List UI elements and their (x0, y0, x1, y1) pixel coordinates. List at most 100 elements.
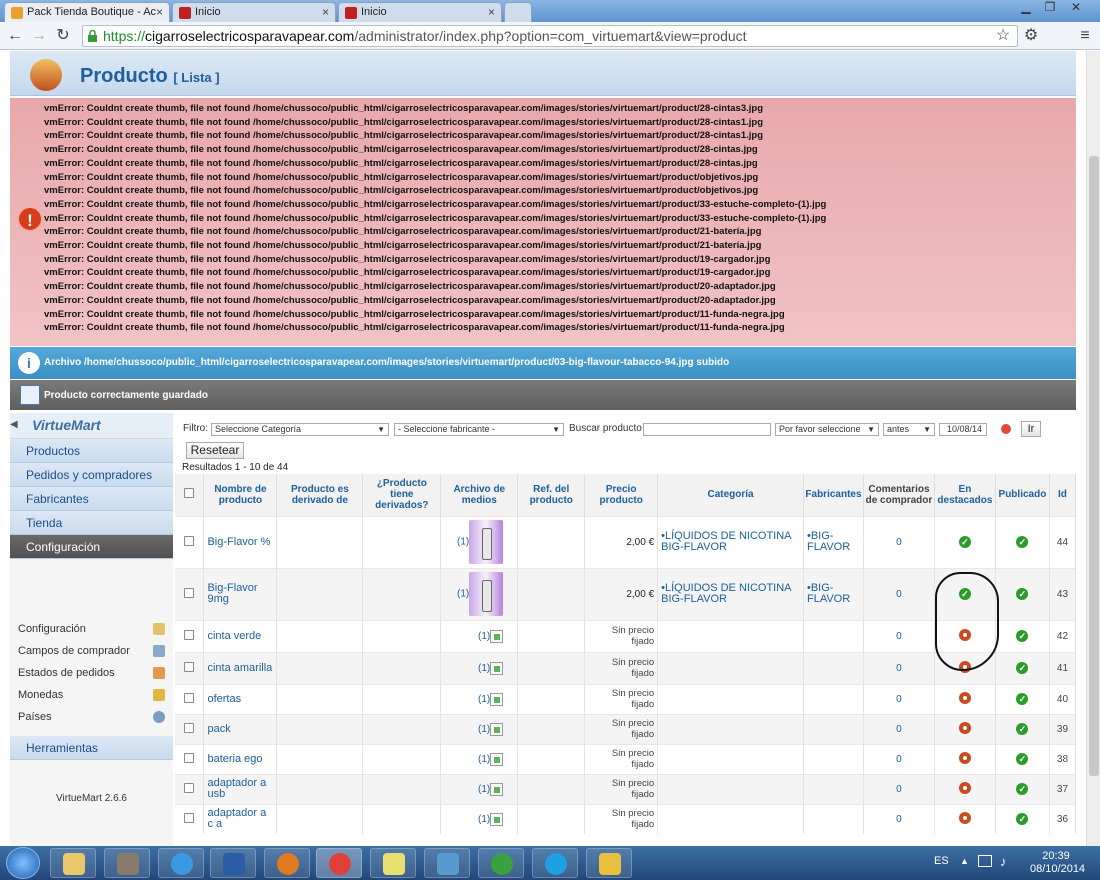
product-name[interactable]: Big-Flavor % (203, 515, 278, 568)
go-button[interactable]: Ir (1021, 421, 1041, 437)
taskbar-word[interactable] (210, 848, 256, 878)
minimize-icon[interactable]: ▁ (1016, 1, 1036, 15)
back-icon[interactable]: ← (6, 27, 24, 45)
not-featured-icon[interactable] (958, 751, 971, 764)
table-row[interactable]: Big-Flavor % (1) 2,00 € •LÍQUIDOS DE NICOTI… (175, 515, 1077, 568)
sidebar-sub-monedas[interactable]: Monedas (10, 684, 173, 706)
media-cell[interactable]: (1) (440, 683, 519, 714)
sidebar-item-pedidos[interactable]: Pedidos y compradores (10, 463, 173, 487)
row-checkbox[interactable] (184, 812, 195, 823)
product-name[interactable]: bateria ego (203, 743, 278, 774)
manufacturer-cell[interactable] (803, 619, 864, 652)
reviews-count[interactable]: 0 (863, 651, 935, 684)
reviews-count[interactable]: 0 (863, 515, 935, 568)
col-header-id[interactable]: Id (1049, 474, 1077, 516)
taskbar-skype[interactable] (532, 848, 578, 878)
category-cell[interactable] (657, 773, 804, 804)
media-count[interactable]: (1) (478, 784, 490, 795)
col-header-derived-from[interactable]: Producto es derivado de (276, 474, 364, 516)
published-check-icon[interactable]: ✓ (1016, 723, 1029, 735)
close-tab-icon[interactable]: × (156, 5, 163, 19)
col-header-published[interactable]: Publicado (995, 474, 1050, 516)
manufacturer-select[interactable]: - Seleccione fabricante - ▼ (394, 423, 564, 436)
broken-image-icon[interactable] (490, 661, 504, 675)
taskbar-utorrent[interactable] (478, 848, 524, 878)
category-cell[interactable] (657, 713, 804, 744)
table-row[interactable]: adaptador a c a (1) Sin precio fijado 0 ✓ 36 (175, 803, 1077, 834)
sidebar-sub-paises[interactable]: Países (10, 706, 173, 728)
date-input[interactable]: 10/08/14 (939, 423, 987, 436)
media-count[interactable]: (1) (478, 754, 490, 765)
published-check-icon[interactable]: ✓ (1016, 536, 1029, 548)
manufacturer-cell[interactable] (803, 683, 864, 714)
bookmark-star-icon[interactable]: ☆ (994, 27, 1012, 45)
clock[interactable]: 20:39 08/10/2014 (1030, 850, 1085, 876)
table-row[interactable]: adaptador a usb (1) Sin precio fijado 0 ✓ 37 (175, 773, 1077, 804)
before-select[interactable]: antes ▼ (883, 423, 935, 436)
sidebar-item-configuracion[interactable]: Configuración (10, 535, 173, 559)
product-name[interactable]: adaptador a c a (203, 803, 278, 834)
volume-icon[interactable]: ♪ (1000, 854, 1007, 869)
product-name[interactable]: Big-Flavor 9mg (203, 567, 278, 620)
network-tray-icon[interactable] (978, 855, 992, 867)
reviews-count[interactable]: 0 (863, 713, 935, 744)
broken-image-icon[interactable] (490, 782, 504, 796)
broken-image-icon[interactable] (490, 752, 504, 766)
reviews-count[interactable]: 0 (863, 743, 935, 774)
table-row[interactable]: pack (1) Sin precio fijado 0 ✓ 39 (175, 713, 1077, 744)
forward-icon[interactable]: → (30, 27, 48, 45)
product-name[interactable]: adaptador a usb (203, 773, 278, 804)
extension-gear-icon[interactable]: ⚙ (1022, 27, 1040, 45)
clear-date-icon[interactable] (1001, 424, 1011, 434)
not-featured-icon[interactable] (958, 691, 971, 704)
table-row[interactable]: bateria ego (1) Sin precio fijado 0 ✓ 38 (175, 743, 1077, 774)
manufacturer-cell[interactable]: •BIG-FLAVOR (803, 515, 864, 568)
taskbar-notes[interactable] (370, 848, 416, 878)
featured-check-icon[interactable]: ✓ (958, 536, 971, 548)
published-check-icon[interactable]: ✓ (1016, 662, 1029, 674)
broken-image-icon[interactable] (490, 812, 504, 826)
category-cell[interactable]: •LÍQUIDOS DE NICOTINA BIG-FLAVOR (657, 567, 804, 620)
manufacturer-cell[interactable]: •BIG-FLAVOR (803, 567, 864, 620)
category-cell[interactable] (657, 651, 804, 684)
category-cell[interactable] (657, 743, 804, 774)
media-count[interactable]: (1) (457, 589, 469, 600)
row-checkbox[interactable] (184, 782, 195, 793)
col-header-price[interactable]: Precio producto (584, 474, 659, 516)
tab-inicio-2[interactable]: Inicio × (338, 2, 502, 22)
not-featured-icon[interactable] (958, 721, 971, 734)
category-cell[interactable] (657, 619, 804, 652)
row-checkbox[interactable] (184, 535, 195, 546)
manufacturer-cell[interactable] (803, 773, 864, 804)
media-count[interactable]: (1) (478, 694, 490, 705)
taskbar-chrome[interactable] (316, 848, 362, 878)
product-name[interactable]: ofertas (203, 683, 278, 714)
media-cell[interactable]: (1) (440, 713, 519, 744)
url-field[interactable]: https://cigarroselectricosparavapear.com… (82, 25, 1018, 47)
published-check-icon[interactable]: ✓ (1016, 783, 1029, 795)
product-name[interactable]: cinta amarilla (203, 651, 278, 684)
date-filter-select[interactable]: Por favor seleccione ▼ (775, 423, 879, 436)
menu-icon[interactable]: ≡ (1076, 27, 1094, 45)
taskbar-explorer[interactable] (50, 848, 96, 878)
table-row[interactable]: ofertas (1) Sin precio fijado 0 ✓ 40 (175, 683, 1077, 714)
close-window-icon[interactable]: ✕ (1066, 1, 1086, 15)
page-scrollbar[interactable] (1086, 51, 1100, 846)
language-indicator[interactable]: ES (934, 855, 949, 867)
tab-pack-tienda[interactable]: Pack Tienda Boutique - Ac × (4, 2, 170, 22)
taskbar-ie[interactable] (158, 848, 204, 878)
media-count[interactable]: (1) (478, 724, 490, 735)
taskbar-app[interactable] (586, 848, 632, 878)
sidebar-item-fabricantes[interactable]: Fabricantes (10, 487, 173, 511)
sidebar-item-productos[interactable]: Productos (10, 439, 173, 463)
media-count[interactable]: (1) (478, 814, 490, 825)
close-tab-icon[interactable]: × (488, 5, 495, 19)
reviews-count[interactable]: 0 (863, 773, 935, 804)
col-header-featured[interactable]: En destacados (934, 474, 996, 516)
category-select[interactable]: Seleccione Categoría ▼ (211, 423, 389, 436)
published-check-icon[interactable]: ✓ (1016, 753, 1029, 765)
reviews-count[interactable]: 0 (863, 567, 935, 620)
product-thumbnail[interactable] (469, 520, 504, 564)
published-check-icon[interactable]: ✓ (1016, 693, 1029, 705)
row-checkbox[interactable] (184, 661, 195, 672)
